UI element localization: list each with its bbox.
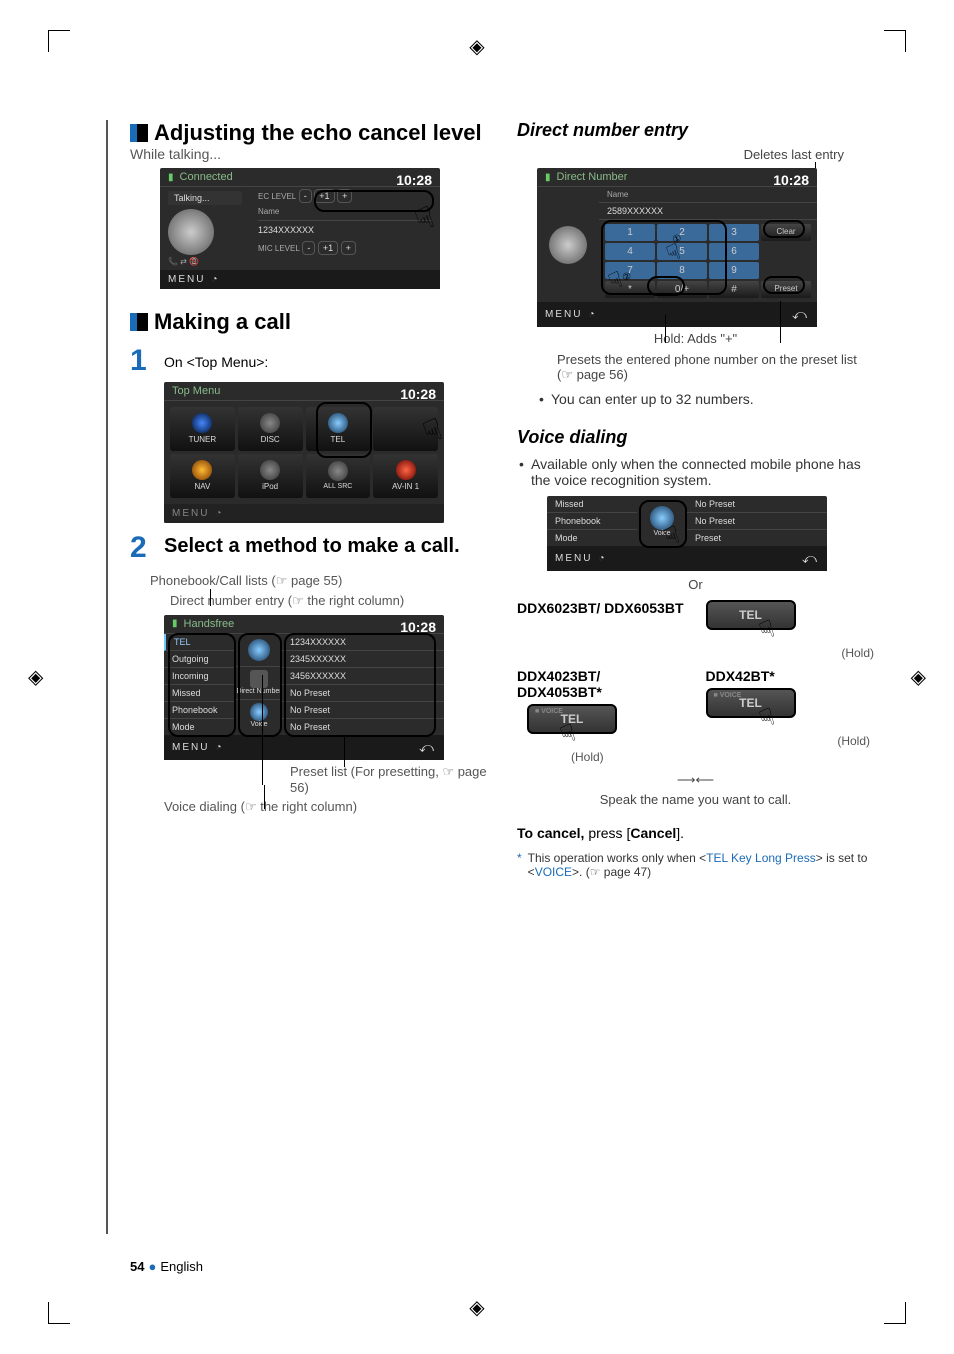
heading-echo: Adjusting the echo cancel level bbox=[130, 120, 487, 146]
footnote-voice: * This operation works only when <TEL Ke… bbox=[517, 851, 874, 879]
speak-instruction: Speak the name you want to call. bbox=[517, 792, 874, 807]
registration-mark: ◈ bbox=[469, 1295, 484, 1320]
voice-availability: Available only when the connected mobile… bbox=[517, 456, 874, 488]
deletes-label: Deletes last entry bbox=[517, 147, 844, 162]
heading-direct-entry: Direct number entry bbox=[517, 120, 874, 141]
limit-note: You can enter up to 32 numbers. bbox=[537, 391, 874, 407]
cancel-instruction: To cancel, press [Cancel]. bbox=[517, 825, 874, 841]
page-number: 54●English bbox=[130, 1259, 203, 1274]
bullet-icon bbox=[130, 124, 148, 142]
step-1-text: On <Top Menu>: bbox=[164, 346, 487, 376]
preset-list-label: Preset list (For presetting, ☞ page 56) bbox=[290, 764, 487, 795]
step-number-2: 2 bbox=[130, 533, 164, 563]
model-42bt: DDX42BT* bbox=[706, 668, 875, 684]
screenshot-direct-number: ▮ Direct Number10:28 Name 2589XXXXXX 123… bbox=[537, 168, 817, 327]
heading-voice-dialing: Voice dialing bbox=[517, 427, 874, 448]
echo-intro: While talking... bbox=[130, 146, 487, 162]
screenshot-topmenu: Top Menu10:28 TUNER DISC TEL NAV iPod AL… bbox=[164, 382, 444, 523]
voice-tel-button: ■ VOICE TEL bbox=[527, 704, 617, 734]
bullet-icon bbox=[130, 313, 148, 331]
down-arrow-icon: ⟶⟵ bbox=[517, 772, 874, 788]
step-number-1: 1 bbox=[130, 346, 164, 376]
direct-entry-label: Direct number entry (☞ the right column) bbox=[170, 593, 487, 609]
model-4023: DDX4023BT/ DDX4053BT* bbox=[517, 668, 686, 700]
screenshot-echo: ▮ Connected10:28 Talking... 📞 ⇄ 📵 EC LEV… bbox=[160, 168, 440, 289]
registration-mark: ◈ bbox=[28, 665, 43, 690]
tel-button: TEL bbox=[706, 600, 796, 630]
model-6023: DDX6023BT/ DDX6053BT bbox=[517, 600, 686, 616]
page-edge bbox=[106, 120, 108, 1234]
screenshot-voice-menu: Missed Phonebook Mode Voice No Preset No… bbox=[547, 496, 827, 571]
phonebook-label: Phonebook/Call lists (☞ page 55) bbox=[150, 573, 487, 589]
voice-dialing-label: Voice dialing (☞ the right column) bbox=[164, 799, 487, 815]
presets-label: Presets the entered phone number on the … bbox=[557, 352, 874, 383]
or-label: Or bbox=[517, 577, 874, 592]
screenshot-handsfree: ▮ Handsfree10:28 TEL Outgoing Incoming M… bbox=[164, 615, 444, 760]
hold-adds-label: Hold: Adds "+" bbox=[517, 331, 874, 346]
heading-making-call: Making a call bbox=[130, 309, 487, 335]
step-2-text: Select a method to make a call. bbox=[164, 533, 487, 563]
registration-mark: ◈ bbox=[469, 34, 484, 59]
voice-tel-button: ■ VOICE TEL bbox=[706, 688, 796, 718]
registration-mark: ◈ bbox=[911, 665, 926, 690]
